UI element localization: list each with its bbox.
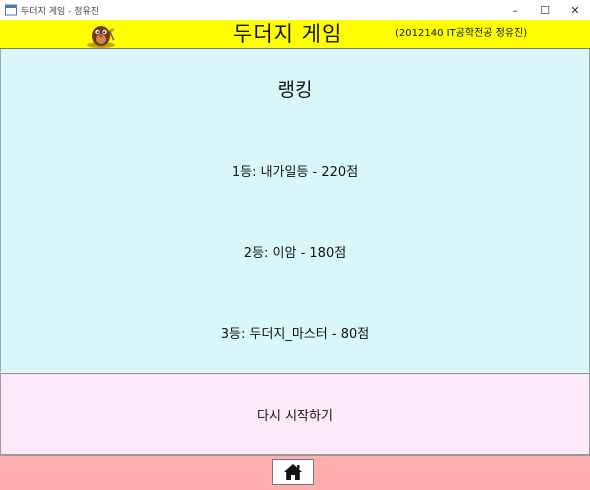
app-icon: [5, 4, 17, 16]
home-icon: [284, 464, 302, 480]
mole-mascot-icon: [87, 26, 115, 48]
author-subtitle: (2012140 IT공학전공 정유진): [395, 28, 528, 39]
restart-button[interactable]: 다시 시작하기: [0, 373, 590, 455]
restart-label: 다시 시작하기: [257, 409, 333, 424]
window-titlebar: 두더지 게임 - 정유진 – ☐ ✕: [0, 0, 590, 21]
ranking-panel: 랭킹 1등: 내가일등 - 220점 2등: 이암 - 180점 3등: 두더지…: [0, 49, 590, 372]
rank-entry-3: 3등: 두더지_마스터 - 80점: [220, 327, 370, 342]
minimize-button[interactable]: –: [500, 0, 530, 20]
game-title: 두더지 게임: [233, 22, 343, 46]
window-title: 두더지 게임 - 정유진: [21, 7, 100, 17]
ranking-title: 랭킹: [277, 79, 313, 101]
game-header: 두더지 게임 (2012140 IT공학전공 정유진): [0, 20, 590, 49]
rank-entry-2: 2등: 이암 - 180점: [243, 246, 347, 261]
rank-entry-1: 1등: 내가일등 - 220점: [231, 165, 359, 180]
home-button[interactable]: [272, 459, 314, 485]
maximize-button[interactable]: ☐: [530, 0, 560, 20]
footer-bar: [0, 455, 590, 490]
close-button[interactable]: ✕: [560, 0, 590, 20]
